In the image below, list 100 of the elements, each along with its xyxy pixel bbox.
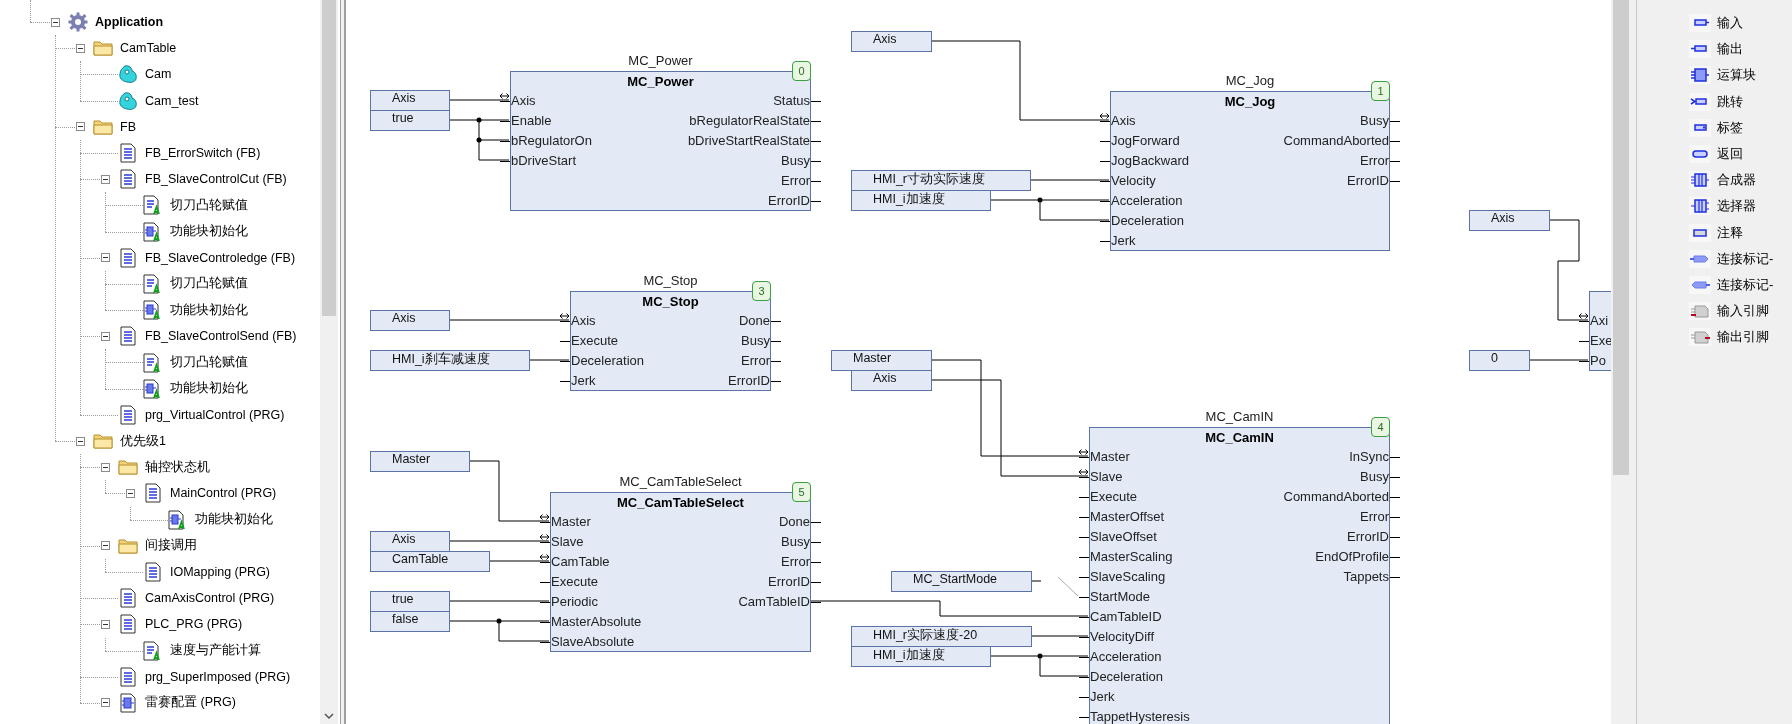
pin-name[interactable]: EndOfProfile [1315, 549, 1389, 564]
pin-name[interactable]: Velocity [1111, 173, 1156, 188]
input-variable[interactable]: Axis [370, 531, 450, 552]
input-variable[interactable]: HMI_i加速度 [851, 190, 991, 211]
pin-name[interactable]: Axis [511, 93, 536, 108]
tree-item[interactable]: CamTable [120, 41, 177, 56]
tree-item[interactable]: IOMapping (PRG) [170, 565, 271, 580]
toolbox-item[interactable]: 跳转 [1717, 92, 1743, 111]
toolbox-item[interactable]: 连接标记- [1717, 249, 1774, 268]
tree-item[interactable]: 优先级1 [120, 432, 166, 450]
toolbox-item[interactable]: 连接标记- [1717, 275, 1774, 294]
pin-name[interactable]: Deceleration [571, 353, 644, 368]
toolbox-item[interactable]: 输入引脚 [1717, 302, 1769, 321]
tree-item[interactable]: 切刀凸轮赋值 [170, 196, 248, 214]
collapse-toggle[interactable] [101, 253, 110, 263]
tree-item[interactable]: 雷赛配置 (PRG) [145, 694, 236, 712]
input-variable[interactable]: HMI_i刹车减速度 [370, 350, 530, 371]
pin-name[interactable]: Master [551, 514, 591, 529]
pin-name[interactable]: Axi [1590, 313, 1609, 328]
wire[interactable] [478, 119, 510, 161]
pin-name[interactable]: Slave [551, 534, 584, 549]
toolbox-item[interactable]: 合成器 [1717, 171, 1756, 190]
pin-name[interactable]: TappetHysteresis [1090, 709, 1190, 724]
pin-name[interactable]: SlaveOffset [1090, 529, 1157, 544]
tree-item[interactable]: 轴控状态机 [145, 458, 210, 476]
pin-name[interactable]: Status [773, 93, 810, 108]
pin-name[interactable]: Acceleration [1090, 649, 1162, 664]
pin-name[interactable]: Error [1360, 509, 1389, 524]
tree-item[interactable]: 功能块初始化 [170, 301, 248, 319]
toolbox-item[interactable]: 选择器 [1717, 197, 1756, 216]
tree-item[interactable]: 功能块初始化 [170, 223, 248, 241]
pin-name[interactable]: ErrorID [1347, 529, 1389, 544]
input-variable[interactable]: Axis [370, 90, 450, 111]
pin-name[interactable]: Execute [571, 333, 618, 348]
pin-name[interactable]: Error [781, 554, 810, 569]
wire[interactable] [448, 119, 510, 121]
collapse-toggle[interactable] [101, 462, 110, 472]
pin-name[interactable]: Busy [781, 153, 810, 168]
scrollbar[interactable] [1611, 0, 1631, 724]
pin-name[interactable]: StartMode [1090, 589, 1150, 604]
input-variable[interactable]: false [370, 611, 450, 632]
input-variable[interactable]: true [370, 591, 450, 612]
pin-name[interactable]: Acceleration [1111, 193, 1183, 208]
pin-name[interactable]: Periodic [551, 594, 598, 609]
toolbox-item[interactable]: 运算块 [1717, 66, 1756, 85]
pin-name[interactable]: Po [1590, 353, 1606, 368]
toolbox-item[interactable]: 标签 [1717, 118, 1743, 137]
toolbox-item[interactable]: 输出 [1717, 40, 1743, 59]
pin-name[interactable]: VelocityDiff [1090, 629, 1155, 644]
pin-name[interactable]: MasterAbsolute [551, 614, 642, 629]
tree-item[interactable]: 间接调用 [145, 537, 197, 555]
pin-name[interactable]: MasterOffset [1090, 509, 1165, 524]
pin-name[interactable]: Busy [1360, 113, 1389, 128]
pin-name[interactable]: Master [1090, 449, 1130, 464]
tree-item[interactable]: Application [95, 15, 164, 30]
pin-name[interactable]: CommandAborted [1283, 133, 1389, 148]
collapse-toggle[interactable] [126, 488, 135, 498]
tree-item[interactable]: FB [120, 119, 136, 134]
collapse-toggle[interactable] [76, 436, 85, 446]
tree-item[interactable]: 功能块初始化 [170, 380, 248, 398]
scrollbar-thumb[interactable] [322, 0, 336, 316]
input-variable[interactable]: Axis [370, 310, 450, 331]
pin-name[interactable]: JogForward [1111, 133, 1180, 148]
pin-name[interactable]: CamTable [551, 554, 610, 569]
pin-name[interactable]: Tappets [1343, 569, 1389, 584]
pin-name[interactable]: JogBackward [1111, 153, 1190, 168]
input-variable[interactable]: Axis [1469, 210, 1550, 231]
input-variable[interactable]: true [370, 110, 450, 131]
collapse-toggle[interactable] [101, 331, 110, 341]
wire[interactable] [1039, 655, 1089, 677]
tree-item[interactable]: FB_SlaveControlCut (FB) [145, 172, 287, 187]
pin-name[interactable]: Execute [1090, 489, 1137, 504]
tree-item[interactable]: 速度与产能计算 [170, 642, 261, 660]
input-variable[interactable]: HMI_r寸动实际速度 [851, 170, 1031, 191]
pin-name[interactable]: Done [738, 313, 770, 328]
pin-name[interactable]: SlaveScaling [1090, 569, 1166, 584]
input-variable[interactable]: MC_StartMode [891, 571, 1032, 592]
pin-name[interactable]: Jerk [1090, 689, 1115, 704]
collapse-toggle[interactable] [51, 17, 60, 27]
tree-item[interactable]: 功能块初始化 [195, 511, 273, 529]
pin-name[interactable]: Error [1360, 153, 1389, 168]
input-variable[interactable]: HMI_r实际速度-20 [851, 626, 1032, 647]
toolbox-item[interactable]: 返回 [1717, 145, 1743, 164]
collapse-toggle[interactable] [101, 174, 110, 184]
pin-name[interactable]: Jerk [571, 373, 596, 388]
pin-name[interactable]: bRegulatorRealState [689, 113, 810, 128]
collapse-toggle[interactable] [76, 43, 85, 53]
input-variable[interactable]: Axis [851, 370, 932, 391]
pin-name[interactable]: Enable [511, 113, 552, 128]
function-block[interactable]: Axi Exe Po [1589, 291, 1611, 371]
scroll-down-icon[interactable] [324, 713, 334, 720]
collapse-toggle[interactable] [101, 698, 110, 708]
tree-item[interactable]: 切刀凸轮赋值 [170, 354, 248, 372]
pin-name[interactable]: ErrorID [768, 193, 810, 208]
tree-item[interactable]: FB_SlaveControledge (FB) [145, 250, 296, 265]
tree-item[interactable]: FB_SlaveControlSend (FB) [145, 329, 297, 344]
pin-name[interactable]: Done [778, 514, 810, 529]
pin-name[interactable]: bDriveStart [511, 153, 577, 168]
input-variable[interactable]: Master [831, 350, 932, 371]
pin-name[interactable]: Deceleration [1111, 213, 1184, 228]
